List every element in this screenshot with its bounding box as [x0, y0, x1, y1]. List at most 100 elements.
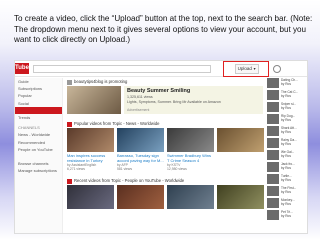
video-title[interactable]: Barrasso, Tuesday sign accord paving way…: [117, 153, 164, 163]
sidebar-channel[interactable]: Recommended: [15, 139, 62, 146]
account-icon[interactable]: [273, 65, 281, 73]
section-header: Recent videos from Topic - People on You…: [67, 177, 263, 185]
suggested-text: We Gal... by Ros: [281, 150, 307, 161]
video-thumbnail[interactable]: [67, 185, 114, 209]
sidebar-channel[interactable]: [15, 153, 62, 160]
suggested-author: by Ros: [281, 178, 291, 182]
promo-card[interactable]: Beauty Summer Smiling 1,325,611 views Li…: [67, 86, 263, 114]
suggested-author: by Ros: [281, 202, 291, 206]
channel-icon: [67, 178, 72, 184]
video-card[interactable]: [217, 128, 264, 171]
suggested-thumbnail[interactable]: [267, 102, 279, 112]
suggested-thumbnail[interactable]: [267, 114, 279, 124]
video-card[interactable]: Barrasso, Tuesday sign accord paving way…: [117, 128, 164, 171]
video-views: 6,271 views: [67, 167, 85, 172]
video-card[interactable]: Swimmer Bradbury Wins T Crime Season 4 b…: [167, 128, 214, 171]
suggested-video[interactable]: Turtle... by Ros: [267, 174, 307, 185]
video-thumbnail[interactable]: [217, 128, 264, 152]
sidebar-channel[interactable]: News - Worldwide: [15, 131, 62, 138]
suggested-author: by Ros: [281, 166, 291, 170]
suggested-thumbnail[interactable]: [267, 90, 279, 100]
recent-section: Recent videos from Topic - People on You…: [67, 177, 264, 209]
video-title[interactable]: Swimmer Bradbury Wins T Crime Season 4: [167, 153, 214, 163]
suggested-text: Shark Att... by Ros: [281, 126, 307, 137]
sidebar-channel[interactable]: People on YouTube: [15, 146, 62, 153]
video-card[interactable]: [67, 185, 114, 209]
video-row: Man inspires success resistance in Turke…: [67, 128, 264, 171]
suggested-author: by Ros: [281, 214, 291, 218]
suggested-video[interactable]: Sniper sl... by Ros: [267, 102, 307, 113]
promo-thumbnail[interactable]: [67, 86, 121, 114]
suggested-video[interactable]: Dating Ch... by Ros: [267, 78, 307, 89]
sidebar-item[interactable]: Popular: [15, 92, 62, 99]
sidebar: Guide Subscriptions Popular Social Trend…: [15, 78, 63, 233]
section-title[interactable]: Recent videos from Topic - People on You…: [74, 177, 184, 185]
sidebar-channel[interactable]: Browse channels: [15, 160, 62, 167]
section-header: Popular videos from Topic - News - World…: [67, 120, 263, 128]
video-thumbnail[interactable]: [217, 185, 264, 209]
suggested-text: Monkey... by Ros: [281, 198, 307, 209]
video-row: [67, 185, 264, 209]
suggested-video[interactable]: We Gal... by Ros: [267, 150, 307, 161]
advertisement-label: Advertisement: [127, 108, 150, 112]
suggested-thumbnail[interactable]: [267, 150, 279, 160]
video-thumbnail[interactable]: [167, 185, 214, 209]
sidebar-item[interactable]: Trends: [15, 114, 62, 121]
video-card[interactable]: [217, 185, 264, 209]
suggested-author: by Ros: [281, 94, 291, 98]
channel-icon: [67, 79, 72, 85]
suggested-author: by Ros: [281, 190, 291, 194]
video-thumbnail[interactable]: [167, 128, 214, 152]
video-thumbnail[interactable]: [67, 128, 114, 152]
suggested-author: by Ros: [281, 106, 291, 110]
suggested-video[interactable]: The First... by Ros: [267, 186, 307, 197]
video-title[interactable]: [217, 153, 264, 163]
suggested-video[interactable]: Jack fro... by Ros: [267, 162, 307, 173]
suggested-thumbnail[interactable]: [267, 198, 279, 208]
header-bar: Tube Upload▼: [15, 61, 307, 77]
youtube-logo[interactable]: Tube: [15, 63, 29, 74]
suggested-thumbnail[interactable]: [267, 162, 279, 172]
suggested-video[interactable]: Rip Dog... by Ros: [267, 114, 307, 125]
suggested-video[interactable]: The Cat C... by Ros: [267, 90, 307, 101]
video-thumbnail[interactable]: [117, 185, 164, 209]
video-card[interactable]: [117, 185, 164, 209]
suggested-author: by Ros: [281, 154, 291, 158]
suggested-text: Rainy Da... by Ros: [281, 138, 307, 149]
suggested-video[interactable]: Rainy Da... by Ros: [267, 138, 307, 149]
search-input[interactable]: [33, 65, 211, 73]
suggested-thumbnail[interactable]: [267, 78, 279, 88]
video-card[interactable]: Man inspires success resistance in Turke…: [67, 128, 114, 171]
video-thumbnail[interactable]: [117, 128, 164, 152]
promo-title[interactable]: Beauty Summer Smiling: [127, 88, 260, 95]
suggested-thumbnail[interactable]: [267, 126, 279, 136]
sidebar-item-active[interactable]: [15, 106, 62, 114]
promo-meta: Lights, Symptoms, Summer. Bring Mr Avail…: [127, 100, 221, 104]
upload-callout-box: [223, 61, 269, 77]
sidebar-item[interactable]: Social: [15, 100, 62, 107]
suggested-text: Dating Ch... by Ros: [281, 78, 307, 89]
suggested-text: Pet Tri... by Ros: [281, 210, 307, 221]
suggested-video[interactable]: Shark Att... by Ros: [267, 126, 307, 137]
section-title[interactable]: Popular videos from Topic - News - World…: [74, 120, 160, 128]
suggested-author: by Ros: [281, 118, 291, 122]
video-views: 581 views: [117, 167, 133, 172]
promo-details: Beauty Summer Smiling 1,325,611 views Li…: [124, 86, 263, 114]
suggested-thumbnail[interactable]: [267, 210, 279, 220]
featured-channel[interactable]: beautytips4blog is promoting: [74, 78, 127, 86]
suggested-video[interactable]: Monkey... by Ros: [267, 198, 307, 209]
popular-section: Popular videos from Topic - News - World…: [67, 120, 264, 171]
suggested-thumbnail[interactable]: [267, 174, 279, 184]
video-card[interactable]: [167, 185, 214, 209]
suggested-thumbnail[interactable]: [267, 186, 279, 196]
right-column: Dating Ch... by Ros The Cat C... by Ros Snip…: [267, 78, 307, 233]
sidebar-item[interactable]: Subscriptions: [15, 85, 62, 92]
suggested-video[interactable]: Pet Tri... by Ros: [267, 210, 307, 221]
suggested-text: The Cat C... by Ros: [281, 90, 307, 101]
video-title[interactable]: Man inspires success resistance in Turke…: [67, 153, 114, 163]
sidebar-channel[interactable]: Manage subscriptions: [15, 167, 62, 174]
sidebar-item[interactable]: Guide: [15, 78, 62, 85]
suggested-text: Sniper sl... by Ros: [281, 102, 307, 113]
suggested-author: by Ros: [281, 82, 291, 86]
suggested-thumbnail[interactable]: [267, 138, 279, 148]
